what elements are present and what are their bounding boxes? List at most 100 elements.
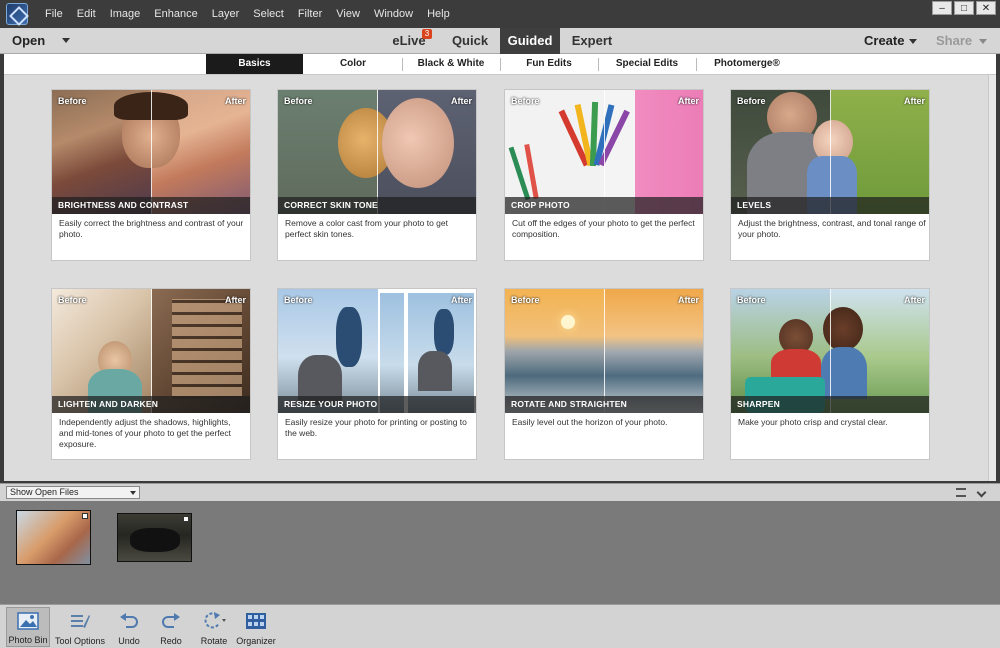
- after-label: After: [677, 295, 699, 305]
- redo-icon: [162, 613, 180, 628]
- photo-bin-header: Show Open Files: [0, 483, 1000, 501]
- menu-layer[interactable]: Layer: [205, 8, 247, 20]
- card-thumbnail: Before After CORRECT SKIN TONE: [278, 90, 476, 214]
- after-label: After: [450, 96, 472, 106]
- after-label: After: [224, 295, 246, 305]
- file-status-icon: [82, 513, 88, 519]
- card-brightness-contrast[interactable]: Before After BRIGHTNESS AND CONTRAST Eas…: [51, 89, 251, 261]
- close-button[interactable]: ✕: [976, 1, 996, 15]
- after-label: After: [677, 96, 699, 106]
- card-sharpen[interactable]: Before After SHARPEN Make your photo cri…: [730, 288, 930, 460]
- card-resize-photo[interactable]: Before After RESIZE YOUR PHOTO Easily re…: [277, 288, 477, 460]
- guided-category-bar: Basics Color Black & White Fun Edits Spe…: [4, 54, 996, 75]
- bin-menu-icon[interactable]: [956, 488, 966, 497]
- card-title: SHARPEN: [731, 396, 929, 413]
- open-dropdown-icon[interactable]: [62, 38, 70, 43]
- before-label: Before: [58, 295, 87, 305]
- card-thumbnail: Before After LEVELS: [731, 90, 929, 214]
- category-color[interactable]: Color: [304, 54, 402, 74]
- category-special-edits[interactable]: Special Edits: [599, 54, 695, 74]
- before-after-divider: [830, 289, 831, 413]
- create-button[interactable]: Create: [864, 28, 904, 54]
- before-label: Before: [284, 96, 313, 106]
- card-description: Cut off the edges of your photo to get t…: [512, 218, 695, 239]
- before-after-divider: [604, 289, 605, 413]
- menu-help[interactable]: Help: [420, 8, 457, 20]
- before-after-divider: [830, 90, 831, 214]
- category-basics[interactable]: Basics: [206, 54, 303, 74]
- before-after-divider: [151, 289, 152, 413]
- card-lighten-darken[interactable]: Before After LIGHTEN AND DARKEN Independ…: [51, 288, 251, 460]
- menu-window[interactable]: Window: [367, 8, 420, 20]
- category-photomerge[interactable]: Photomerge®: [697, 54, 797, 74]
- collapse-bin-icon[interactable]: [976, 487, 987, 498]
- tool-options-icon: [71, 615, 90, 628]
- tool-options-button[interactable]: Tool Options: [54, 607, 106, 647]
- chevron-down-icon: [130, 491, 136, 495]
- card-thumbnail: Before After ROTATE AND STRAIGHTEN: [505, 289, 703, 413]
- photo-bin-button[interactable]: Photo Bin: [6, 607, 50, 647]
- bottom-toolbar: Photo Bin Tool Options Undo Redo Rotate: [0, 604, 1000, 648]
- organizer-button[interactable]: Organizer: [236, 607, 276, 647]
- rotate-button[interactable]: Rotate: [196, 607, 232, 647]
- organizer-label: Organizer: [236, 636, 276, 646]
- after-label: After: [903, 295, 925, 305]
- card-description: Easily level out the horizon of your pho…: [512, 417, 668, 427]
- card-title: CORRECT SKIN TONE: [278, 197, 476, 214]
- category-black-white[interactable]: Black & White: [403, 54, 499, 74]
- redo-label: Redo: [160, 636, 182, 646]
- tab-guided[interactable]: Guided: [500, 28, 560, 54]
- after-label: After: [903, 96, 925, 106]
- after-label: After: [224, 96, 246, 106]
- card-rotate-straighten[interactable]: Before After ROTATE AND STRAIGHTEN Easil…: [504, 288, 704, 460]
- card-title: LIGHTEN AND DARKEN: [52, 396, 250, 413]
- mode-bar: Open eLive 3 Quick Guided Expert Create …: [0, 28, 1000, 54]
- before-after-divider: [377, 90, 378, 214]
- menu-file[interactable]: File: [38, 8, 70, 20]
- open-file-thumbnail-cat-2[interactable]: [117, 513, 192, 562]
- undo-button[interactable]: Undo: [112, 607, 146, 647]
- before-label: Before: [284, 295, 313, 305]
- restore-button[interactable]: □: [954, 1, 974, 15]
- show-open-files-select[interactable]: Show Open Files: [6, 486, 140, 499]
- category-fun-edits[interactable]: Fun Edits: [501, 54, 597, 74]
- menu-filter[interactable]: Filter: [291, 8, 329, 20]
- card-levels[interactable]: Before After LEVELS Adjust the brightnes…: [730, 89, 930, 261]
- card-correct-skin-tone[interactable]: Before After CORRECT SKIN TONE Remove a …: [277, 89, 477, 261]
- menu-edit[interactable]: Edit: [70, 8, 103, 20]
- before-after-divider: [151, 90, 152, 214]
- card-thumbnail: Before After RESIZE YOUR PHOTO: [278, 289, 476, 413]
- card-title: CROP PHOTO: [505, 197, 703, 214]
- open-file-thumbnail-cat-1[interactable]: [16, 510, 91, 565]
- open-button[interactable]: Open: [12, 28, 45, 54]
- tab-quick[interactable]: Quick: [444, 28, 496, 54]
- before-label: Before: [58, 96, 87, 106]
- menu-image[interactable]: Image: [103, 8, 148, 20]
- card-thumbnail: Before After SHARPEN: [731, 289, 929, 413]
- before-label: Before: [511, 96, 540, 106]
- share-button[interactable]: Share: [936, 28, 972, 54]
- after-label: After: [450, 295, 472, 305]
- card-title: RESIZE YOUR PHOTO: [278, 396, 476, 413]
- undo-icon: [120, 613, 138, 628]
- share-dropdown-icon[interactable]: [979, 39, 987, 44]
- tab-expert[interactable]: Expert: [564, 28, 620, 54]
- content-scrollbar[interactable]: [988, 75, 996, 481]
- minimize-button[interactable]: –: [932, 1, 952, 15]
- before-label: Before: [511, 295, 540, 305]
- card-description: Make your photo crisp and crystal clear.: [738, 417, 888, 427]
- card-description: Independently adjust the shadows, highli…: [59, 417, 231, 449]
- redo-button[interactable]: Redo: [154, 607, 188, 647]
- menu-enhance[interactable]: Enhance: [147, 8, 204, 20]
- guided-content-area: Before After BRIGHTNESS AND CONTRAST Eas…: [4, 75, 988, 481]
- card-crop-photo[interactable]: Before After CROP PHOTO Cut off the edge…: [504, 89, 704, 261]
- before-label: Before: [737, 96, 766, 106]
- menu-view[interactable]: View: [329, 8, 367, 20]
- card-thumbnail: Before After LIGHTEN AND DARKEN: [52, 289, 250, 413]
- create-dropdown-icon[interactable]: [909, 39, 917, 44]
- card-title: ROTATE AND STRAIGHTEN: [505, 396, 703, 413]
- menu-select[interactable]: Select: [246, 8, 291, 20]
- undo-label: Undo: [118, 636, 140, 646]
- app-logo-icon[interactable]: [6, 3, 28, 25]
- card-description: Remove a color cast from your photo to g…: [285, 218, 448, 239]
